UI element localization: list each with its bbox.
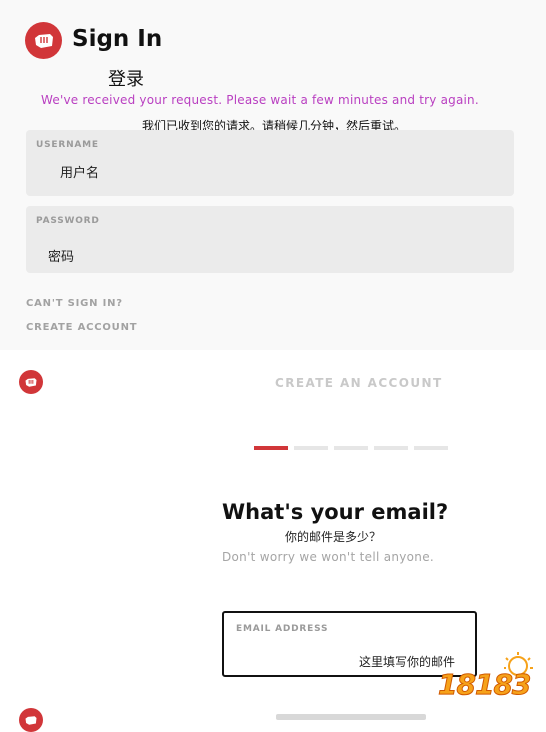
email-heading: What's your email? <box>222 500 449 524</box>
username-label: USERNAME <box>36 140 99 150</box>
password-label: PASSWORD <box>36 216 100 226</box>
password-field[interactable]: PASSWORD 密码 <box>26 206 514 273</box>
sign-in-panel: Sign In 登录 We've received your request. … <box>0 0 546 350</box>
page-title-translation: 登录 <box>108 69 144 90</box>
username-field[interactable]: USERNAME 用户名 <box>26 130 514 196</box>
step-indicator-1 <box>254 446 288 450</box>
email-label: EMAIL ADDRESS <box>236 624 329 634</box>
riot-fist-logo-icon <box>25 22 62 59</box>
error-message: We've received your request. Please wait… <box>41 93 479 107</box>
cant-sign-in-link[interactable]: CAN'T SIGN IN? <box>26 298 123 309</box>
step-indicator-2 <box>294 446 328 450</box>
riot-fist-logo-icon <box>19 708 43 732</box>
create-account-link[interactable]: CREATE ACCOUNT <box>26 322 137 333</box>
step-indicator-4 <box>374 446 408 450</box>
cropped-text <box>276 714 426 720</box>
watermark-logo: 18183 <box>437 668 531 702</box>
step-progress <box>254 446 454 450</box>
email-heading-translation: 你的邮件是多少？ <box>285 530 382 544</box>
step-indicator-3 <box>334 446 368 450</box>
password-value: 密码 <box>48 250 75 265</box>
step-indicator-5 <box>414 446 448 450</box>
create-account-header: CREATE AN ACCOUNT <box>275 376 443 390</box>
email-subtext: Don't worry we won't tell anyone. <box>222 550 435 564</box>
page-title: Sign In <box>72 26 163 52</box>
riot-fist-logo-icon <box>19 370 43 394</box>
username-value: 用户名 <box>60 166 100 181</box>
